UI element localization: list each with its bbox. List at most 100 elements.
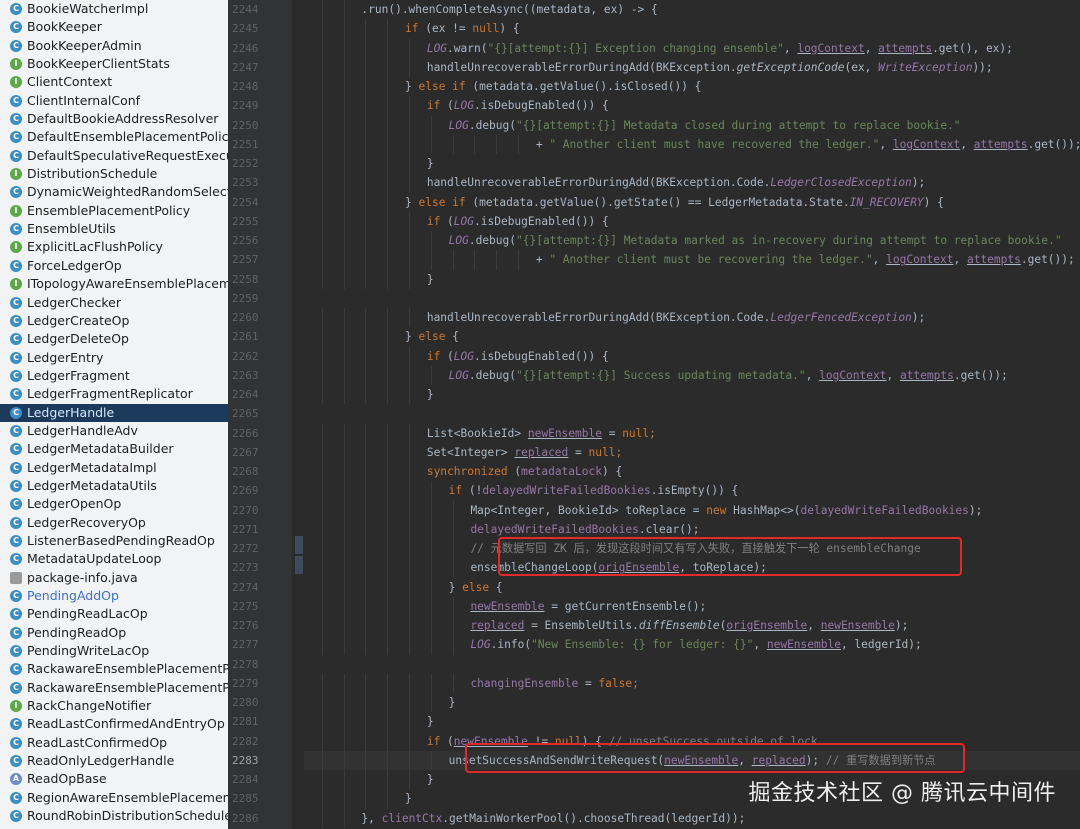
tree-item[interactable]: C LedgerHandleAdv xyxy=(0,422,228,440)
code-token: LOG xyxy=(448,368,469,382)
code-line[interactable]: } xyxy=(304,693,1080,713)
tree-item[interactable]: C DynamicWeightedRandomSelectionImpl xyxy=(0,183,228,201)
tree-item[interactable]: C LedgerMetadataUtils xyxy=(0,477,228,495)
code-token: ) { xyxy=(923,195,944,209)
tree-item[interactable]: C LedgerDeleteOp xyxy=(0,330,228,348)
code-line[interactable]: } xyxy=(304,385,1080,405)
code-line[interactable]: } xyxy=(304,712,1080,732)
code-line[interactable]: } else if (metadata.getValue().isClosed(… xyxy=(304,77,1080,97)
tree-item[interactable]: C LedgerFragment xyxy=(0,367,228,385)
code-token: logContext xyxy=(797,41,865,55)
code-line[interactable] xyxy=(304,289,1080,308)
code-token: ); xyxy=(968,503,983,517)
code-line[interactable] xyxy=(304,655,1080,674)
code-line[interactable]: newEnsemble = getCurrentEnsemble(); xyxy=(304,596,1080,616)
code-line[interactable]: LOG.debug("{}[attempt:{}] Metadata marke… xyxy=(304,231,1080,251)
code-line[interactable]: if (LOG.isDebugEnabled()) { xyxy=(304,96,1080,116)
code-line[interactable]: } else if (metadata.getValue().getState(… xyxy=(304,192,1080,212)
tree-item[interactable]: C LedgerOpenOp xyxy=(0,495,228,513)
tree-item[interactable]: C ReadLastConfirmedAndEntryOp xyxy=(0,715,228,733)
tree-item[interactable]: I ITopologyAwareEnsemblePlacementPolicy xyxy=(0,275,228,293)
code-line[interactable]: if (LOG.isDebugEnabled()) { xyxy=(304,211,1080,231)
tree-item[interactable]: C LedgerCreateOp xyxy=(0,312,228,330)
tree-item[interactable]: C RoundRobinDistributionSchedule xyxy=(0,807,228,825)
tree-item[interactable]: C LedgerFragmentReplicator xyxy=(0,385,228,403)
code-token: .warn( xyxy=(447,41,488,55)
code-token: ; xyxy=(632,676,639,690)
code-line[interactable]: + " Another client must have recovered t… xyxy=(304,134,1080,154)
code-line[interactable]: LOG.info("New Ensemble: {} for ledger: {… xyxy=(304,635,1080,655)
tree-item[interactable]: C LedgerMetadataImpl xyxy=(0,459,228,477)
code-line[interactable]: if (ex != null) { xyxy=(304,19,1080,39)
tree-item[interactable]: I DistributionSchedule xyxy=(0,165,228,183)
tree-item[interactable]: C PendingReadLacOp xyxy=(0,605,228,623)
code-line[interactable] xyxy=(304,404,1080,423)
tree-item[interactable]: C PendingAddOp xyxy=(0,587,228,605)
code-line[interactable]: } xyxy=(304,154,1080,174)
tree-item[interactable]: C RegionAwareEnsemblePlacementPolicy xyxy=(0,789,228,807)
code-line[interactable]: if (!delayedWriteFailedBookies.isEmpty()… xyxy=(304,481,1080,501)
tree-item[interactable]: package-info.java xyxy=(0,569,228,587)
class-icon: C xyxy=(10,755,22,768)
tree-item[interactable]: C DefaultSpeculativeRequestExecution xyxy=(0,147,228,165)
code-token: Set<Integer> xyxy=(426,445,515,459)
tree-item[interactable]: C BookKeeper xyxy=(0,18,228,36)
class-icon: C xyxy=(10,149,22,162)
tree-item[interactable]: C LedgerRecoveryOp xyxy=(0,514,228,532)
tree-item[interactable]: I BookKeeperClientStats xyxy=(0,55,228,73)
code-token: IN_RECOVERY xyxy=(849,195,924,209)
tree-item[interactable]: C BookieWatcherImpl xyxy=(0,0,228,18)
code-token: LOG xyxy=(426,41,448,55)
tree-item[interactable]: I EnsemblePlacementPolicy xyxy=(0,202,228,220)
tree-item[interactable]: C RackawareEnsemblePlacementPolicyImpl xyxy=(0,679,228,697)
code-line[interactable]: handleUnrecoverableErrorDuringAdd(BKExce… xyxy=(304,173,1080,193)
tree-item[interactable]: C BookKeeperAdmin xyxy=(0,37,228,55)
tree-item[interactable]: C ForceLedgerOp xyxy=(0,257,228,275)
code-line[interactable]: replaced = EnsembleUtils.diffEnsemble(or… xyxy=(304,616,1080,636)
class-icon: C xyxy=(10,3,22,15)
tree-item[interactable]: C ClientInternalConf xyxy=(0,92,228,110)
code-line[interactable]: + " Another client must be recovering th… xyxy=(304,250,1080,270)
tree-item[interactable]: C ReadLastConfirmedOp xyxy=(0,734,228,752)
code-line[interactable]: LOG.debug("{}[attempt:{}] Metadata close… xyxy=(304,115,1080,135)
tree-item[interactable]: C EnsembleUtils xyxy=(0,220,228,238)
code-line[interactable]: } xyxy=(304,269,1080,289)
tree-item[interactable]: I ClientContext xyxy=(0,73,228,91)
tree-item[interactable]: C LedgerMetadataBuilder xyxy=(0,440,228,458)
tree-item[interactable]: C LedgerEntry xyxy=(0,349,228,367)
tree-item[interactable]: C RackawareEnsemblePlacementPolicy xyxy=(0,660,228,678)
code-token: else if xyxy=(418,80,466,93)
code-line[interactable]: changingEnsemble = false; xyxy=(304,673,1080,693)
code-line[interactable]: Map<Integer, BookieId> toReplace = new H… xyxy=(304,500,1080,520)
tree-item[interactable]: C LedgerChecker xyxy=(0,294,228,312)
code-line[interactable]: handleUnrecoverableErrorDuringAdd(BKExce… xyxy=(304,57,1080,77)
code-token: }, xyxy=(361,811,382,825)
tree-item[interactable]: C DefaultEnsemblePlacementPolicy xyxy=(0,128,228,146)
code-line[interactable]: LOG.warn("{}[attempt:{}] Exception chang… xyxy=(304,38,1080,58)
code-line[interactable]: .run().whenCompleteAsync((metadata, ex) … xyxy=(304,0,1080,20)
tree-item[interactable]: C PendingWriteLacOp xyxy=(0,642,228,660)
code-token: attempts xyxy=(878,41,933,55)
tree-item[interactable]: C PendingReadOp xyxy=(0,624,228,642)
code-line[interactable]: if (LOG.isDebugEnabled()) { xyxy=(304,346,1080,366)
code-line[interactable]: LOG.debug("{}[attempt:{}] Success updati… xyxy=(304,365,1080,385)
tree-item[interactable]: C LedgerHandle xyxy=(0,403,228,422)
tree-item[interactable]: C DefaultBookieAddressResolver xyxy=(0,110,228,128)
tree-item[interactable]: I RackChangeNotifier xyxy=(0,697,228,715)
tree-item[interactable]: I ExplicitLacFlushPolicy xyxy=(0,238,228,256)
tree-item[interactable]: A ReadOpBase xyxy=(0,770,228,788)
tree-item[interactable]: C ReadOnlyLedgerHandle xyxy=(0,752,228,770)
code-line[interactable]: Set<Integer> replaced = null; xyxy=(304,442,1080,462)
code-line[interactable]: handleUnrecoverableErrorDuringAdd(BKExce… xyxy=(304,308,1080,328)
code-editor[interactable]: .run().whenCompleteAsync((metadata, ex) … xyxy=(304,0,1080,829)
code-line[interactable]: synchronized (metadataLock) { xyxy=(304,462,1080,482)
code-token: .isDebugEnabled()) { xyxy=(474,349,609,363)
tree-item[interactable]: C MetadataUpdateLoop xyxy=(0,550,228,568)
code-line[interactable]: } else { xyxy=(304,577,1080,597)
code-token: delayedWriteFailedBookies xyxy=(800,503,969,517)
code-line[interactable]: }, clientCtx.getMainWorkerPool().chooseT… xyxy=(304,808,1080,828)
tree-item[interactable]: C ListenerBasedPendingReadOp xyxy=(0,532,228,550)
code-line[interactable]: } else { xyxy=(304,327,1080,347)
code-token: ( xyxy=(440,99,454,113)
code-line[interactable]: List<BookieId> newEnsemble = null; xyxy=(304,423,1080,443)
